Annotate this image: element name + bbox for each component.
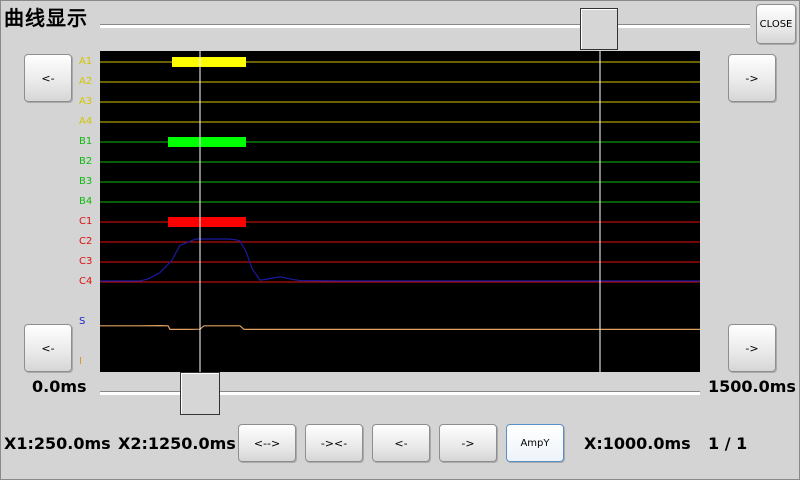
channel-label-c2: C2 xyxy=(79,236,93,247)
x1-readout: X1:250.0ms xyxy=(4,434,111,453)
analog-trace-i xyxy=(100,324,700,330)
channel-label-a3: A3 xyxy=(79,96,93,107)
channel-label-a4: A4 xyxy=(79,116,93,127)
scroll-left-top-button[interactable]: <- xyxy=(24,54,72,102)
channel-label-a1: A1 xyxy=(79,56,93,67)
channel-label-c3: C3 xyxy=(79,256,93,267)
waveform-svg[interactable] xyxy=(100,51,700,372)
channel-pulse-a1 xyxy=(172,57,246,67)
analog-label-s: S xyxy=(79,316,86,327)
bottom-slider-thumb[interactable] xyxy=(180,372,220,415)
channel-label-b1: B1 xyxy=(79,136,93,147)
x2-readout: X2:1250.0ms xyxy=(118,434,236,453)
channel-pulse-b1 xyxy=(168,137,246,147)
scroll-right-top-button[interactable]: -> xyxy=(728,54,776,102)
waveform-plot[interactable] xyxy=(100,51,700,372)
channel-label-c4: C4 xyxy=(79,276,93,287)
back-button[interactable]: <- xyxy=(372,424,430,462)
axis-end-label: 1500.0ms xyxy=(708,377,796,396)
page-indicator: 1 / 1 xyxy=(708,434,748,453)
close-button[interactable]: CLOSE xyxy=(756,4,796,44)
channel-label-c1: C1 xyxy=(79,216,93,227)
channel-pulse-c1 xyxy=(168,217,246,227)
expand-button[interactable]: <--> xyxy=(238,424,296,462)
top-slider-thumb[interactable] xyxy=(580,8,618,50)
x-readout: X:1000.0ms xyxy=(584,434,691,453)
top-slider-track[interactable] xyxy=(100,24,750,28)
scroll-right-bottom-button[interactable]: -> xyxy=(728,324,776,372)
scroll-left-bottom-button[interactable]: <- xyxy=(24,324,72,372)
channel-label-a2: A2 xyxy=(79,76,93,87)
window-title: 曲线显示 xyxy=(4,6,88,30)
analog-label-i: I xyxy=(79,356,82,367)
ampy-button[interactable]: AmpY xyxy=(506,424,564,462)
forward-button[interactable]: -> xyxy=(439,424,497,462)
channel-label-b2: B2 xyxy=(79,156,93,167)
shrink-button[interactable]: -><- xyxy=(305,424,363,462)
channel-label-b3: B3 xyxy=(79,176,93,187)
axis-start-label: 0.0ms xyxy=(32,377,87,396)
analog-trace-s xyxy=(100,238,700,282)
channel-label-b4: B4 xyxy=(79,196,93,207)
